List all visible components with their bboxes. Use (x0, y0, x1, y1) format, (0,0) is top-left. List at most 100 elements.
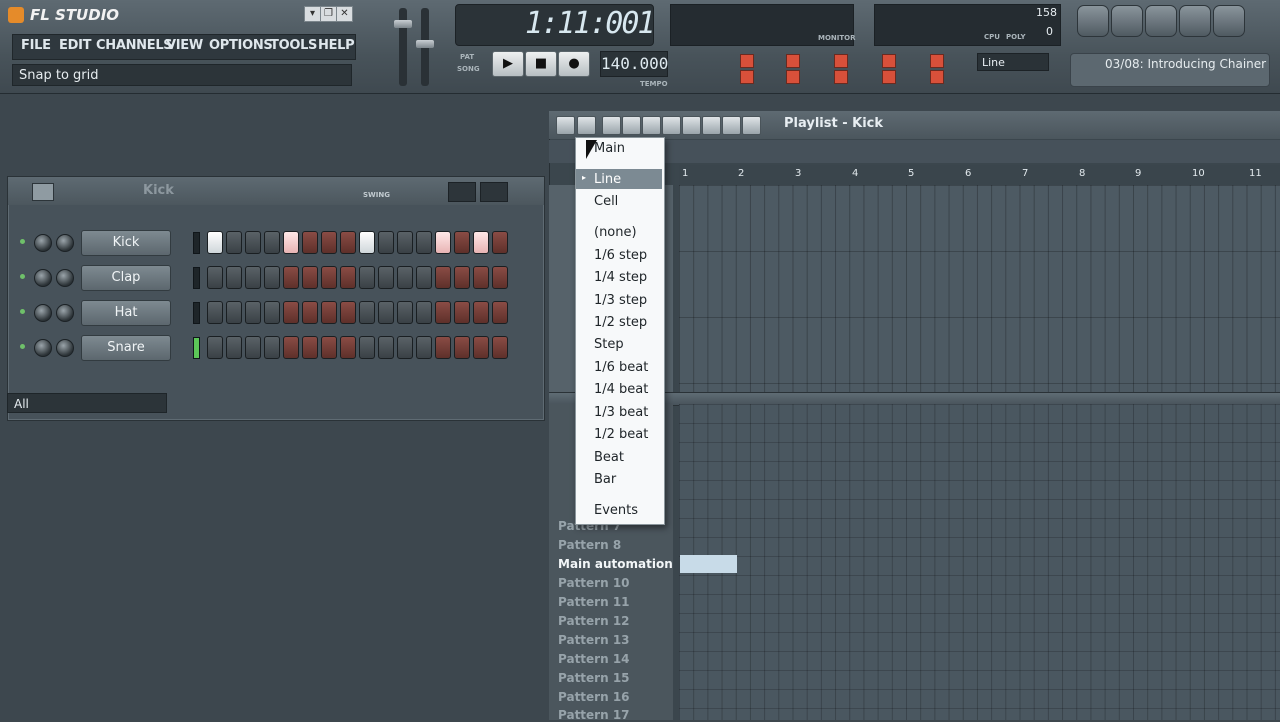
browser-window-icon[interactable] (1179, 5, 1211, 37)
paint-tool-icon[interactable] (622, 116, 641, 135)
step-button[interactable] (397, 231, 413, 254)
menu-item-bar[interactable]: Bar (594, 472, 616, 487)
step-button[interactable] (302, 301, 318, 324)
step-button[interactable] (378, 231, 394, 254)
menu-item-1-4-beat[interactable]: 1/4 beat (594, 382, 648, 397)
step-button[interactable] (245, 301, 261, 324)
step-button[interactable] (207, 266, 223, 289)
audio-track-grid[interactable] (679, 185, 1280, 392)
multilink-toggle-icon[interactable] (930, 70, 944, 84)
pattern-item[interactable]: Pattern 10 (558, 576, 630, 590)
zoom-tool-icon[interactable] (742, 116, 761, 135)
stop-button[interactable]: ■ (525, 51, 557, 77)
menu-item-1-3-beat[interactable]: 1/3 beat (594, 405, 648, 420)
step-button[interactable] (378, 301, 394, 324)
master-pitch-handle[interactable] (416, 40, 434, 48)
countdown-toggle-icon[interactable] (786, 54, 800, 68)
step-button[interactable] (226, 231, 242, 254)
pan-knob[interactable] (34, 234, 52, 252)
step-button[interactable] (264, 301, 280, 324)
draw-tool-icon[interactable] (602, 116, 621, 135)
step-button[interactable] (454, 231, 470, 254)
step-button[interactable] (473, 336, 489, 359)
step-button[interactable] (359, 231, 375, 254)
channel-filter-select[interactable]: All (7, 393, 167, 413)
volume-knob[interactable] (56, 234, 74, 252)
step-button[interactable] (416, 336, 432, 359)
step-button[interactable] (264, 336, 280, 359)
step-button[interactable] (207, 336, 223, 359)
step-button[interactable] (302, 266, 318, 289)
scroll-toggle-icon[interactable] (882, 70, 896, 84)
pattern-item[interactable]: Pattern 13 (558, 633, 630, 647)
wait-toggle-icon[interactable] (786, 70, 800, 84)
step-button[interactable] (226, 266, 242, 289)
step-button[interactable] (473, 266, 489, 289)
pattern-item-main-automation[interactable]: Main automation (558, 557, 673, 571)
automation-clip[interactable] (680, 555, 737, 573)
pattern-item[interactable]: Pattern 14 (558, 652, 630, 666)
step-button[interactable] (492, 231, 508, 254)
step-button[interactable] (359, 301, 375, 324)
pattern-item[interactable]: Pattern 11 (558, 595, 630, 609)
record-toggle-icon[interactable] (834, 70, 848, 84)
step-edit-toggle-icon[interactable] (834, 54, 848, 68)
channel-button-clap[interactable]: Clap (81, 265, 171, 291)
step-button[interactable] (435, 336, 451, 359)
step-button[interactable] (454, 266, 470, 289)
record-button[interactable]: ● (558, 51, 590, 77)
step-button[interactable] (492, 266, 508, 289)
step-button[interactable] (264, 266, 280, 289)
typing-keyboard-icon[interactable] (740, 70, 754, 84)
step-button[interactable] (473, 231, 489, 254)
volume-knob[interactable] (56, 304, 74, 322)
step-button[interactable] (454, 301, 470, 324)
step-button[interactable] (397, 301, 413, 324)
menu-item-beat[interactable]: Beat (594, 450, 624, 465)
playlist-window-icon[interactable] (1077, 5, 1109, 37)
step-button[interactable] (359, 336, 375, 359)
channel-button-hat[interactable]: Hat (81, 300, 171, 326)
menu-item-none[interactable]: (none) (594, 225, 637, 240)
pan-knob[interactable] (34, 304, 52, 322)
snap-select[interactable]: Line (977, 53, 1049, 71)
step-button[interactable] (245, 336, 261, 359)
menu-item-1-6-beat[interactable]: 1/6 beat (594, 360, 648, 375)
close-button[interactable]: ✕ (336, 6, 353, 22)
step-button[interactable] (416, 266, 432, 289)
menu-file[interactable]: FILE (21, 38, 51, 53)
step-button[interactable] (283, 266, 299, 289)
playlist-title[interactable]: Playlist - Kick (784, 116, 883, 131)
step-button[interactable] (435, 301, 451, 324)
menu-help[interactable]: HELP (318, 38, 355, 53)
step-button[interactable] (340, 231, 356, 254)
slip-tool-icon[interactable] (682, 116, 701, 135)
song-mode-label[interactable]: SONG (457, 65, 480, 73)
step-button[interactable] (340, 266, 356, 289)
menu-options[interactable]: OPTIONS (209, 38, 273, 53)
step-button[interactable] (321, 336, 337, 359)
menu-view[interactable]: VIEW (166, 38, 203, 53)
menu-item-cell[interactable]: Cell (594, 194, 618, 209)
options-menu-icon[interactable] (556, 116, 575, 135)
timeline-ruler[interactable] (679, 165, 1280, 186)
menu-item-1-3-step[interactable]: 1/3 step (594, 293, 647, 308)
mixer-window-icon[interactable] (1213, 5, 1245, 37)
pattern-item[interactable]: Pattern 15 (558, 671, 630, 685)
pattern-item[interactable]: Pattern 16 (558, 690, 630, 704)
pattern-grid[interactable] (679, 404, 1280, 720)
step-button[interactable] (340, 336, 356, 359)
step-button[interactable] (302, 231, 318, 254)
step-button[interactable] (302, 336, 318, 359)
minimize-button[interactable]: ▾ (304, 6, 321, 22)
menu-item-step[interactable]: Step (594, 337, 624, 352)
step-button[interactable] (378, 266, 394, 289)
restore-button[interactable]: ❐ (320, 6, 337, 22)
select-tool-icon[interactable] (722, 116, 741, 135)
metronome-toggle-icon[interactable] (740, 54, 754, 68)
graph-editor-icon[interactable] (448, 182, 476, 202)
master-volume-handle[interactable] (394, 20, 412, 28)
view-toggle-icon[interactable] (32, 183, 54, 201)
step-button[interactable] (245, 266, 261, 289)
menu-item-1-4-step[interactable]: 1/4 step (594, 270, 647, 285)
